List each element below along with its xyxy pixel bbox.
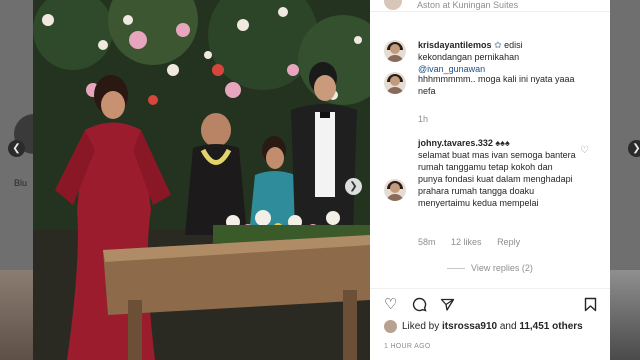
likes-count[interactable]: 11,451 others (519, 321, 582, 332)
location-text[interactable]: Aston at Kuningan Suites (417, 0, 518, 10)
avatar-body (386, 194, 404, 201)
avatar[interactable] (384, 320, 397, 333)
likes-user[interactable]: itsrossa910 (442, 321, 497, 332)
share-icon (440, 298, 455, 311)
next-post-button[interactable]: ❯ (628, 140, 640, 157)
likes-prefix: Liked by (402, 321, 440, 332)
avatar-face (390, 44, 400, 54)
background-text: Blu (14, 178, 28, 188)
comments-panel: Aston at Kuningan Suites krisdayantilemo… (370, 0, 610, 360)
comment-line: kekondangan pernikahan (418, 52, 520, 62)
avatar[interactable] (384, 72, 406, 94)
background-right-feed (610, 0, 640, 360)
wedding-photo-illustration (33, 0, 370, 360)
avatar-body (386, 55, 404, 62)
comment-body: selamat buat mas ivan semoga bantera rum… (418, 150, 576, 208)
chevron-right-icon: ❯ (632, 143, 640, 154)
likes-text[interactable]: Liked by itsrossa910 and 11,451 others (402, 321, 583, 332)
comment-text: johny.tavares.332 ♠♠♠ selamat buat mas i… (418, 137, 578, 209)
divider (447, 268, 465, 270)
chevron-left-icon: ❮ (12, 143, 21, 154)
post-action-bar: ♡ (370, 288, 610, 318)
like-button[interactable]: ♡ (384, 297, 397, 313)
comment-meta: 1h (418, 114, 441, 124)
heart-icon: ♡ (384, 296, 398, 313)
comment-emoji: ♠♠♠ (495, 138, 510, 148)
avatar-face (390, 183, 400, 193)
previous-comment-fragment: Aston at Kuningan Suites (370, 0, 610, 12)
chevron-right-icon: ❯ (349, 181, 358, 192)
heart-icon: ♡ (580, 145, 589, 156)
comment-like-button[interactable]: ♡ (580, 145, 589, 156)
reply-button[interactable]: Reply (497, 237, 520, 247)
save-button[interactable] (584, 297, 597, 316)
bookmark-icon (584, 297, 597, 312)
comment-username[interactable]: krisdayantilemos (418, 40, 492, 50)
avatar[interactable] (384, 40, 406, 62)
likes-summary: Liked by itsrossa910 and 11,451 others (370, 318, 610, 338)
comment-time: 58m (418, 237, 436, 247)
comment-likes[interactable]: 12 likes (451, 237, 482, 247)
carousel-next-button[interactable]: ❯ (345, 178, 362, 195)
comment-text: krisdayantilemos ✿ edisi kekondangan per… (418, 39, 594, 75)
background-left-feed: Blu (0, 0, 34, 360)
comment-button[interactable] (412, 297, 427, 316)
post-timestamp: 1 HOUR AGO (384, 343, 431, 350)
comment-line: edisi (504, 40, 523, 50)
previous-post-button[interactable]: ❮ (8, 140, 25, 157)
avatar[interactable] (384, 0, 402, 10)
comment-username[interactable]: johny.tavares.332 (418, 138, 493, 148)
comment-meta: 58m 12 likes Reply (418, 237, 533, 247)
view-replies-button[interactable]: View replies (2) (447, 263, 533, 273)
background-tile (0, 270, 33, 360)
avatar[interactable] (384, 179, 406, 201)
post-photo[interactable] (33, 0, 370, 360)
sparkle-icon: ✿ (494, 40, 502, 50)
view-replies-label: View replies (2) (471, 263, 533, 273)
likes-and: and (499, 321, 517, 332)
share-button[interactable] (440, 297, 455, 316)
comment-time: 1h (418, 114, 429, 124)
avatar-body (386, 87, 404, 94)
avatar-face (390, 76, 400, 86)
comment-icon (412, 297, 427, 312)
background-tile (610, 270, 640, 360)
comment-text: hhhmmmmm.. moga kali ini nyata yaaa nefa (418, 74, 575, 96)
